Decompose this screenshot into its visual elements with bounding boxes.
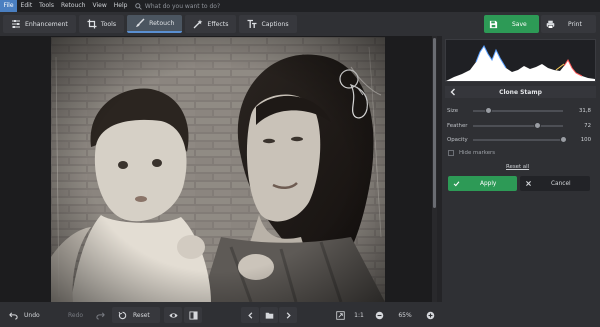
old-family-photo[interactable] <box>51 37 385 302</box>
hide-markers-checkbox[interactable]: Hide markers <box>448 150 495 156</box>
feather-label: Feather <box>447 123 468 129</box>
opacity-label: Opacity <box>447 137 468 143</box>
previous-image-button[interactable] <box>241 307 259 323</box>
feather-slider-row: Feather 72 <box>447 121 595 131</box>
search-icon <box>135 2 142 10</box>
chevron-right-icon <box>286 311 291 319</box>
actual-size-label: 1:1 <box>354 311 364 319</box>
menu-bar: File Edit Tools Retouch View Help What d… <box>0 0 600 12</box>
feather-slider-knob[interactable] <box>534 122 542 129</box>
preview-toggle-button[interactable] <box>164 307 182 323</box>
sliders-icon <box>12 20 20 28</box>
photo-editor-window: File Edit Tools Retouch View Help What d… <box>0 0 600 327</box>
menu-edit[interactable]: Edit <box>17 0 36 12</box>
clone-stamp-panel: Clone Stamp Size 31,8 Feather 72 Opacity… <box>442 36 600 327</box>
menu-file[interactable]: File <box>0 0 18 12</box>
size-value[interactable]: 31,8 <box>579 108 591 114</box>
size-slider[interactable] <box>473 107 563 114</box>
magic-wand-icon <box>193 19 203 29</box>
undo-label: Undo <box>24 311 40 319</box>
menu-view[interactable]: View <box>89 0 110 12</box>
text-icon <box>247 19 257 28</box>
hide-markers-label: Hide markers <box>459 150 496 156</box>
menu-retouch[interactable]: Retouch <box>57 0 89 12</box>
zoom-out-button[interactable] <box>372 307 386 323</box>
reset-button[interactable]: Reset <box>112 307 160 323</box>
folder-icon <box>265 312 273 319</box>
undo-button[interactable]: Undo <box>6 307 54 323</box>
chevron-left-icon <box>247 311 252 319</box>
cancel-label: Cancel <box>551 180 571 187</box>
redo-button[interactable]: Redo <box>62 307 108 323</box>
histogram <box>445 39 596 82</box>
zoom-in-icon <box>426 311 434 319</box>
tab-tools[interactable]: Tools <box>78 15 125 33</box>
next-image-button[interactable] <box>279 307 297 323</box>
tab-captions[interactable]: Captions <box>239 15 297 33</box>
redo-icon <box>96 311 105 320</box>
eye-icon <box>168 312 178 318</box>
zoom-level[interactable]: 65% <box>393 307 417 323</box>
reset-all-link[interactable]: Reset all <box>506 164 529 170</box>
fit-screen-icon <box>335 310 345 320</box>
tab-effects-label: Effects <box>207 20 229 28</box>
undo-icon <box>9 311 18 320</box>
tab-captions-label: Captions <box>261 20 289 28</box>
fit-to-screen-button[interactable] <box>333 307 347 323</box>
open-folder-button[interactable] <box>260 307 278 323</box>
tab-retouch[interactable]: Retouch <box>127 15 183 33</box>
opacity-value[interactable]: 100 <box>581 137 591 143</box>
redo-label: Redo <box>68 311 84 319</box>
checkbox-box[interactable] <box>448 150 454 156</box>
checkmark-icon <box>453 181 460 187</box>
size-label: Size <box>447 108 459 114</box>
photo-image <box>51 37 385 302</box>
floppy-disk-icon <box>489 20 498 28</box>
size-slider-row: Size 31,8 <box>447 106 595 116</box>
tab-retouch-label: Retouch <box>149 19 175 27</box>
image-canvas[interactable] <box>0 36 442 302</box>
panel-title: Clone Stamp <box>499 88 542 96</box>
panel-header: Clone Stamp <box>445 86 596 98</box>
feather-slider[interactable] <box>473 122 563 129</box>
opacity-slider-knob[interactable] <box>559 136 567 143</box>
reset-icon <box>118 311 127 319</box>
zoom-value: 65% <box>398 311 412 319</box>
menu-help[interactable]: Help <box>110 0 131 12</box>
cancel-button[interactable]: Cancel <box>520 176 590 191</box>
tab-enhancement[interactable]: Enhancement <box>3 15 76 33</box>
compare-icon <box>188 310 198 320</box>
brush-icon <box>136 18 145 27</box>
search-input[interactable]: What do you want to do? <box>145 3 220 10</box>
tab-effects[interactable]: Effects <box>185 15 237 33</box>
opacity-slider[interactable] <box>473 136 567 143</box>
print-button[interactable]: Print <box>541 15 596 33</box>
print-label: Print <box>568 20 582 28</box>
save-button[interactable]: Save <box>484 15 539 33</box>
apply-label: Apply <box>480 180 497 187</box>
zoom-out-icon <box>375 311 383 319</box>
menu-tools[interactable]: Tools <box>36 0 58 12</box>
size-slider-knob[interactable] <box>484 107 492 114</box>
histogram-chart <box>446 45 595 81</box>
reset-label: Reset <box>133 311 150 319</box>
close-icon <box>526 181 531 186</box>
back-arrow-icon[interactable] <box>448 87 458 97</box>
apply-button[interactable]: Apply <box>448 176 517 191</box>
printer-icon <box>546 20 555 29</box>
feather-value[interactable]: 72 <box>584 123 591 129</box>
zoom-in-button[interactable] <box>423 307 437 323</box>
tab-enhancement-label: Enhancement <box>25 20 68 28</box>
actual-size-button[interactable]: 1:1 <box>351 307 367 323</box>
crop-icon <box>87 19 97 29</box>
scrollbar-thumb[interactable] <box>433 38 436 208</box>
save-label: Save <box>512 20 527 28</box>
bottom-bar: Undo Redo Reset 1:1 65% <box>0 302 442 327</box>
opacity-slider-row: Opacity 100 <box>447 135 595 145</box>
before-after-button[interactable] <box>184 307 202 323</box>
tab-tools-label: Tools <box>100 20 117 28</box>
search-box[interactable]: What do you want to do? <box>135 3 220 10</box>
